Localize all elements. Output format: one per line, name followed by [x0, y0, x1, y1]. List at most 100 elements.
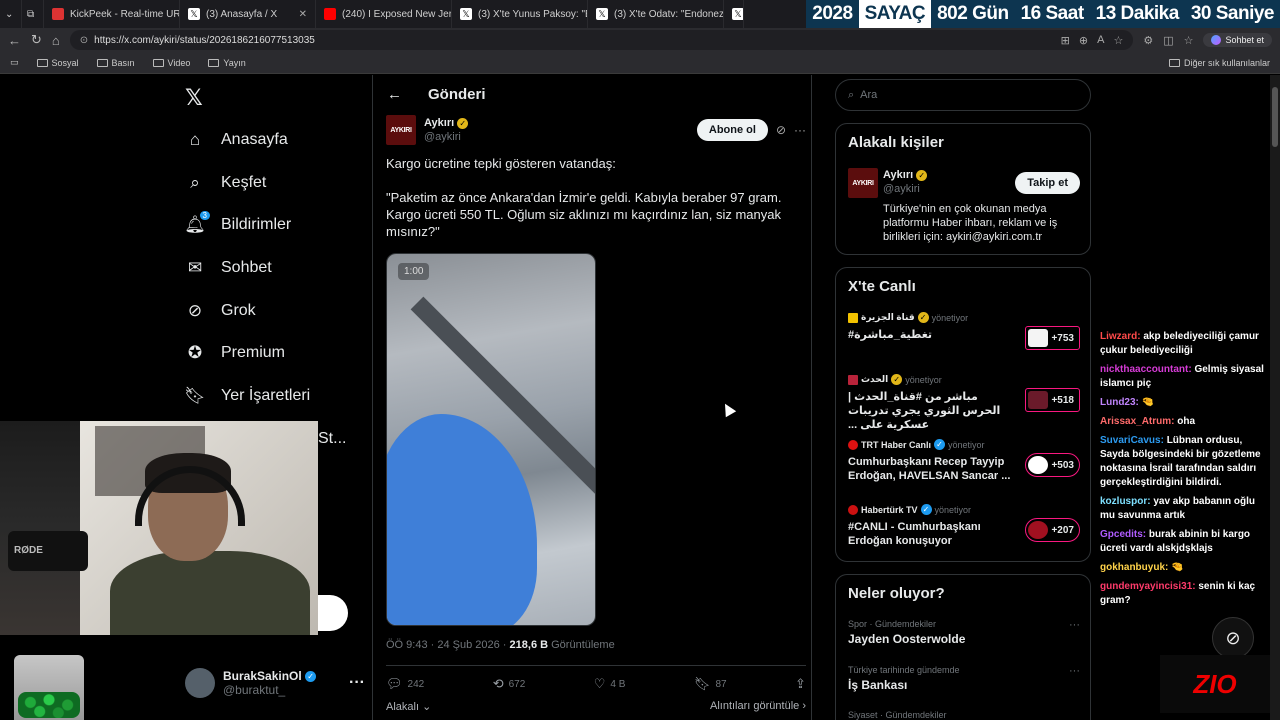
nav-premium[interactable]: ✪ Premium [185, 343, 285, 363]
more-icon[interactable]: ··· [1069, 619, 1080, 631]
x-favicon-icon: 𝕏 [188, 8, 200, 20]
url-tools: ⊞ ⊕ A ☆ [1061, 34, 1124, 47]
home-icon: ⌂ [189, 130, 201, 149]
host-avatar-icon [848, 439, 858, 450]
x-logo-icon[interactable]: 𝕏 [185, 85, 203, 111]
chat-username: Arissax_Atrum: [1100, 416, 1175, 427]
apps-icon[interactable]: ⊞ [1061, 34, 1070, 47]
host-avatar-icon [848, 374, 858, 385]
related-title: Alakalı kişiler [848, 134, 944, 151]
browser-tab[interactable]: 𝕏 (3) Anasayfa / X ✕ [180, 0, 316, 28]
live-panel: X'te Canlı قناة الجزيرة ✓ yönetiyor #تغطية… [835, 267, 1091, 562]
live-thumbnail [1028, 391, 1049, 409]
split-screen-icon[interactable]: ◫ [1163, 34, 1173, 47]
browser-tab[interactable]: 𝕏 [724, 0, 744, 28]
countdown-label: SAYAÇ [858, 0, 932, 28]
nav-explore[interactable]: ⌕ Keşfet [185, 173, 266, 193]
zoom-icon[interactable]: ⊕ [1079, 34, 1088, 47]
back-arrow-icon[interactable]: ← [387, 86, 402, 103]
youtube-favicon-icon [324, 8, 336, 20]
more-icon[interactable]: ··· [349, 674, 365, 692]
copilot-chat-button[interactable]: Sohbet et [1203, 33, 1272, 47]
bookmark-folder[interactable]: Sosyal [36, 58, 79, 68]
x-favicon-icon: 𝕏 [460, 8, 472, 20]
url-text: https://x.com/aykiri/status/202618621607… [94, 34, 315, 46]
video-duration: 1:00 [398, 263, 430, 280]
bookmark-folder[interactable]: Basın [96, 58, 135, 68]
home-icon[interactable]: ⌂ [52, 33, 60, 48]
favorite-star-icon[interactable]: ☆ [1113, 34, 1123, 47]
trend-item[interactable]: Spor · Gündemdekiler Jayden Oosterwolde … [848, 619, 1080, 646]
view-quotes-link[interactable]: Alıntıları görüntüle › [710, 700, 806, 713]
post-text: Kargo ücretine tepki gösteren vatandaş: … [386, 156, 782, 239]
back-icon[interactable]: ← [8, 33, 21, 48]
browser-tab[interactable]: KickPeek - Real-time URL C [44, 0, 180, 28]
more-icon[interactable]: ··· [1069, 665, 1080, 677]
chat-message: SuvariCavus: Lübnan ordusu, Sayda bölges… [1100, 434, 1272, 490]
page-scrollbar[interactable] [1270, 75, 1280, 720]
like-button[interactable]: ♡ 4 B [594, 676, 626, 692]
live-title-text: #CANLI - Cumhurbaşkanı Erdoğan konuşuyor [848, 521, 981, 547]
live-title-text: #تغطية_مباشرة [848, 329, 933, 341]
nav-messages[interactable]: ✉ Sohbet [185, 258, 272, 278]
grok-explain-icon[interactable]: ⊘ [776, 123, 786, 137]
bookmarks-menu-icon[interactable]: ▭ [10, 57, 19, 68]
bookmark-button[interactable]: 🔖︎ 87 [694, 676, 727, 692]
post-header: ← Gönderi [387, 86, 486, 103]
live-item[interactable]: الحدث ✓ yönetiyor مباشر من #قناة_الحدث | ا… [848, 374, 1080, 432]
close-tab-icon[interactable]: ✕ [299, 9, 307, 20]
trend-item[interactable]: Siyaset · Gündemdekiler [848, 710, 1080, 720]
browser-tab[interactable]: (240) I Exposed New Jersey✕ [316, 0, 452, 28]
verified-badge-icon: ✓ [305, 671, 317, 683]
chat-message: nickthaaccountant: Gelmiş siyasal islamc… [1100, 363, 1272, 391]
trend-item[interactable]: Türkiye tarihinde gündemde İş Bankası ··… [848, 665, 1080, 692]
reload-icon[interactable]: ↻ [31, 32, 42, 48]
live-title-text: Cumhurbaşkanı Recep Tayyip Erdoğan, HAVE… [848, 456, 1011, 482]
repost-icon: ⟲ [492, 676, 504, 691]
live-item[interactable]: Habertürk TV ✓ yönetiyor #CANLI - Cumhurba… [848, 504, 1080, 548]
nav-grok[interactable]: ⊘ Grok [185, 301, 256, 321]
host-avatar-icon [848, 504, 858, 515]
share-button[interactable]: ⇪ [795, 676, 806, 692]
read-aloud-icon[interactable]: A [1097, 34, 1104, 47]
live-item[interactable]: TRT Haber Canlı ✓ yönetiyor Cumhurbaşkanı … [848, 439, 1080, 483]
extensions-icon[interactable]: ⚙ [1143, 34, 1153, 47]
listener-count: +503 [1025, 453, 1080, 477]
live-item[interactable]: قناة الجزيرة ✓ yönetiyor #تغطية_مباشرة +75… [848, 312, 1080, 350]
other-bookmarks[interactable]: Diğer sık kullanılanlar [1168, 58, 1270, 68]
browser-tab[interactable]: 𝕏(3) X'te Odatv: "Endonezya✕ [588, 0, 724, 28]
grok-floating-icon[interactable]: ⊘ [1212, 617, 1254, 659]
live-title: X'te Canlı [848, 278, 916, 295]
nav-bookmarks[interactable]: 🔖︎ Yer İşaretleri [184, 386, 310, 406]
author-names[interactable]: Aykırı ✓ @aykiri [424, 116, 469, 144]
bookmark-icon: 🔖︎ [184, 386, 206, 405]
url-bar[interactable]: ⊙ https://x.com/aykiri/status/2026186216… [69, 30, 1134, 50]
scrollbar-thumb[interactable] [1272, 87, 1278, 147]
tab-favicon-icon [52, 8, 64, 20]
repost-button[interactable]: ⟲ 672 [493, 676, 526, 692]
nav-notifications[interactable]: 🔔︎ 3 Bildirimler [184, 211, 291, 235]
browser-tab-bar: ⌄ ⧉ KickPeek - Real-time URL C 𝕏(3) Anas… [0, 0, 1280, 28]
nav-home[interactable]: ⌂ Anasayfa [185, 130, 288, 150]
reply-button[interactable]: 💬︎ 242 [386, 676, 424, 692]
listener-count: +753 [1025, 326, 1080, 350]
favorites-icon[interactable]: ☆ [1184, 34, 1194, 47]
sort-relevant-button[interactable]: Alakalı ⌄ [386, 700, 431, 713]
workspaces-button[interactable]: ⧉ [22, 0, 44, 28]
more-icon[interactable]: ··· [794, 123, 806, 137]
replies-sort-bar: Alakalı ⌄ Alıntıları görüntüle › [386, 700, 806, 713]
bookmark-folder[interactable]: Video [152, 58, 190, 68]
subscribe-button[interactable]: Abone ol [696, 119, 768, 141]
site-info-icon[interactable]: ⊙ [80, 35, 88, 46]
search-input[interactable]: ⌕ Ara [835, 79, 1091, 111]
folder-icon [1168, 58, 1180, 67]
author-avatar[interactable]: AYKIRI [386, 115, 416, 145]
verified-badge-icon: ✓ [920, 504, 932, 515]
account-switcher[interactable]: BurakSakinOl ✓ @buraktut_ ··· [185, 668, 365, 698]
browser-tab[interactable]: 𝕏(3) X'te Yunus Paksoy: "Bug✕ [452, 0, 588, 28]
bookmark-folder[interactable]: Yayın [208, 58, 246, 68]
tab-list-button[interactable]: ⌄ [0, 0, 22, 28]
video-player[interactable]: 1:00 [386, 253, 596, 626]
follow-button[interactable]: Takip et [1015, 172, 1080, 194]
chevron-down-icon: ⌄ [422, 701, 432, 713]
